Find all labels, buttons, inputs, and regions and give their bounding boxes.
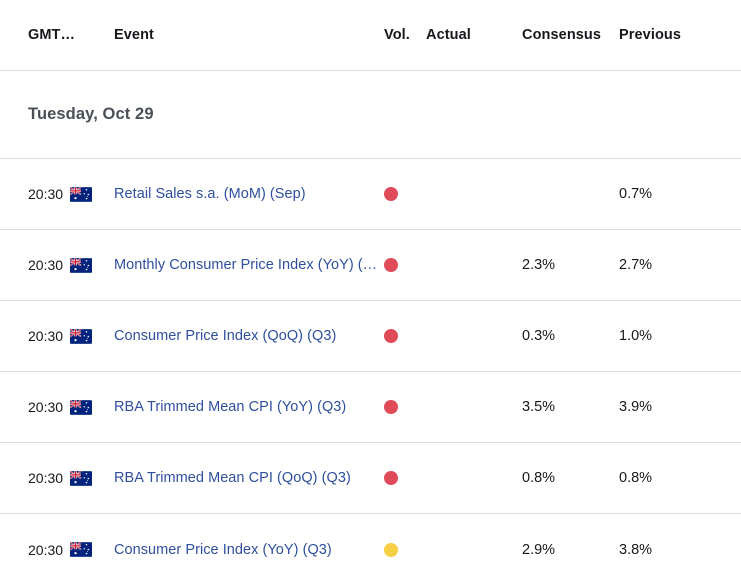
event-time: 20:30 (28, 541, 64, 558)
event-previous-value: 0.8% (619, 470, 653, 486)
table-row[interactable]: 20:30 Consumer Price Index (YoY) (Q3) 2.… (0, 514, 741, 585)
australia-flag-icon (70, 186, 93, 202)
volatility-dot-icon (384, 258, 398, 272)
row-volatility-cell (384, 329, 426, 343)
table-row[interactable]: 20:30 Monthly Consumer Price Index (YoY)… (0, 230, 741, 301)
volatility-dot-icon (384, 329, 398, 343)
row-volatility-cell (384, 187, 426, 201)
event-consensus-value: 0.8% (522, 470, 556, 486)
australia-flag-icon (70, 399, 93, 415)
event-previous-value: 0.7% (619, 186, 653, 202)
event-link[interactable]: Monthly Consumer Price Index (YoY) (S… (114, 257, 384, 273)
event-time: 20:30 (28, 257, 64, 273)
row-time-cell: 20:30 (0, 257, 96, 273)
row-volatility-cell (384, 258, 426, 272)
event-previous-value: 3.9% (619, 399, 653, 415)
row-volatility-cell (384, 400, 426, 414)
table-row[interactable]: 20:30 RBA Trimmed Mean CPI (QoQ) (Q3) 0.… (0, 443, 741, 514)
event-consensus-value: 2.3% (522, 257, 556, 273)
volatility-dot-icon (384, 471, 398, 485)
australia-flag-icon (70, 257, 93, 273)
row-event-cell: Consumer Price Index (QoQ) (Q3) (96, 328, 384, 344)
row-time-cell: 20:30 (0, 542, 96, 558)
event-previous-value: 1.0% (619, 328, 653, 344)
event-previous-value: 2.7% (619, 257, 653, 273)
event-time: 20:30 (28, 328, 64, 344)
volatility-dot-icon (384, 187, 398, 201)
row-time-cell: 20:30 (0, 186, 96, 202)
australia-flag-icon (70, 328, 93, 344)
column-header-consensus[interactable]: Consensus (522, 27, 619, 43)
event-time: 20:30 (28, 186, 64, 202)
column-header-event[interactable]: Event (96, 27, 384, 43)
event-consensus-value: 3.5% (522, 399, 556, 415)
table-row[interactable]: 20:30 Retail Sales s.a. (MoM) (Sep) 0.7% (0, 159, 741, 230)
column-header-time[interactable]: GMT… (0, 27, 96, 43)
row-event-cell: RBA Trimmed Mean CPI (YoY) (Q3) (96, 399, 384, 415)
economic-calendar: GMT… Event Vol. Actual Consensus Previou… (0, 0, 741, 586)
row-time-cell: 20:30 (0, 328, 96, 344)
column-header-previous[interactable]: Previous (619, 27, 717, 43)
event-time: 20:30 (28, 470, 64, 486)
row-event-cell: Consumer Price Index (YoY) (Q3) (96, 542, 384, 558)
event-rows-container: 20:30 Retail Sales s.a. (MoM) (Sep) 0.7%… (0, 159, 741, 585)
event-link[interactable]: Consumer Price Index (YoY) (Q3) (114, 542, 384, 558)
australia-flag-icon (70, 542, 93, 557)
column-header-actual[interactable]: Actual (426, 27, 522, 43)
table-header-row: GMT… Event Vol. Actual Consensus Previou… (0, 0, 741, 71)
event-link[interactable]: Retail Sales s.a. (MoM) (Sep) (114, 186, 384, 202)
date-group-header: Tuesday, Oct 29 (0, 71, 741, 159)
table-row[interactable]: 20:30 RBA Trimmed Mean CPI (YoY) (Q3) 3.… (0, 372, 741, 443)
event-link[interactable]: RBA Trimmed Mean CPI (YoY) (Q3) (114, 399, 384, 415)
date-group-label: Tuesday, Oct 29 (28, 105, 154, 123)
row-event-cell: Monthly Consumer Price Index (YoY) (S… (96, 257, 384, 273)
volatility-dot-icon (384, 400, 398, 414)
event-link[interactable]: Consumer Price Index (QoQ) (Q3) (114, 328, 384, 344)
event-link[interactable]: RBA Trimmed Mean CPI (QoQ) (Q3) (114, 470, 384, 486)
row-event-cell: Retail Sales s.a. (MoM) (Sep) (96, 186, 384, 202)
row-volatility-cell (384, 471, 426, 485)
australia-flag-icon (70, 470, 93, 486)
event-consensus-value: 2.9% (522, 541, 556, 558)
event-previous-value: 3.8% (619, 541, 653, 558)
row-time-cell: 20:30 (0, 470, 96, 486)
row-volatility-cell (384, 542, 426, 557)
column-header-volatility[interactable]: Vol. (384, 27, 426, 43)
event-consensus-value: 0.3% (522, 328, 556, 344)
row-event-cell: RBA Trimmed Mean CPI (QoQ) (Q3) (96, 470, 384, 486)
row-time-cell: 20:30 (0, 399, 96, 415)
table-row[interactable]: 20:30 Consumer Price Index (QoQ) (Q3) 0.… (0, 301, 741, 372)
event-time: 20:30 (28, 399, 64, 415)
volatility-dot-icon (384, 542, 398, 557)
